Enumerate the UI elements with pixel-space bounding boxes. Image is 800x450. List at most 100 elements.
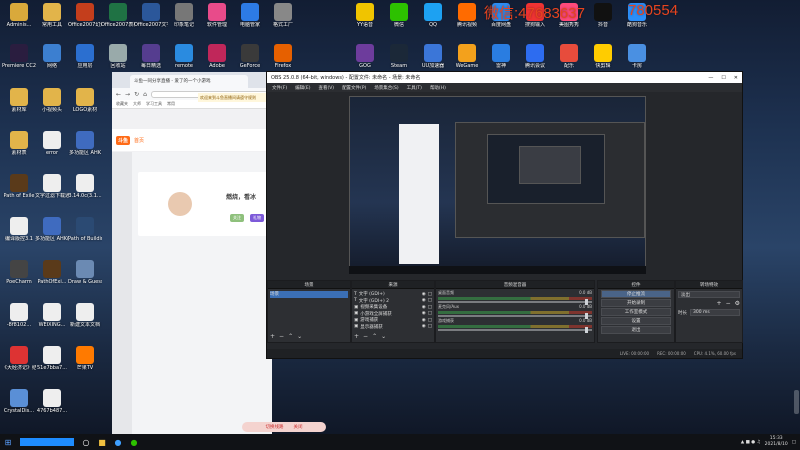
bookmark-item[interactable]: 收藏夹	[116, 101, 128, 107]
desktop-icon[interactable]: 回收站	[101, 44, 135, 69]
desktop-icon[interactable]: CrystalDis...	[2, 389, 36, 414]
remove-icon[interactable]: −	[279, 333, 284, 340]
bookmark-item[interactable]: 大师	[133, 101, 141, 107]
remove-icon[interactable]: −	[726, 300, 731, 307]
edge-icon[interactable]: ●	[110, 434, 126, 450]
notification-icon[interactable]: □	[792, 440, 796, 445]
desktop-icon[interactable]: Office2007文字	[134, 3, 168, 28]
desktop-icon[interactable]: 芒果TV	[68, 346, 102, 371]
desktop-icon[interactable]: QQ	[416, 3, 450, 28]
close-icon[interactable]: ✕	[734, 75, 738, 81]
remove-icon[interactable]: −	[363, 333, 368, 340]
promo-button-1[interactable]: 关注	[230, 214, 244, 222]
desktop-icon[interactable]: Office2007表格	[101, 3, 135, 28]
desktop-icon[interactable]: Path of Building	[68, 217, 102, 242]
desktop-icon[interactable]: Office2007幻灯片PPT	[68, 3, 102, 28]
lock-icon[interactable]: □	[428, 305, 432, 310]
desktop-icon[interactable]: PathOfExi...	[35, 260, 69, 285]
desktop-icon[interactable]: 软件管理	[200, 3, 234, 28]
side-scroll-indicator[interactable]	[794, 390, 799, 414]
down-icon[interactable]: ⌄	[297, 333, 302, 340]
lock-icon[interactable]: □	[428, 311, 432, 316]
menu-item[interactable]: 查看(V)	[318, 85, 334, 91]
start-button[interactable]: ⊞	[0, 434, 16, 450]
desktop-icon[interactable]: 应用层	[68, 44, 102, 69]
menu-item[interactable]: 场景集合(S)	[374, 85, 398, 91]
desktop-icon[interactable]: WeGame	[450, 44, 484, 69]
home-icon[interactable]: ⌂	[143, 91, 147, 98]
desktop-icon[interactable]: 腾讯会议	[518, 44, 552, 69]
desktop-icon[interactable]: error	[35, 131, 69, 156]
down-icon[interactable]: ⌄	[381, 333, 386, 340]
desktop-icon[interactable]: 网络	[35, 44, 69, 69]
desktop-icon[interactable]: 快剪辑	[586, 44, 620, 69]
desktop-icon[interactable]: 配乐	[552, 44, 586, 69]
desktop-icon[interactable]: 电脑管家	[233, 3, 267, 28]
visibility-icon[interactable]: ◉	[422, 292, 426, 297]
desktop-icon[interactable]: 每日精选	[134, 44, 168, 69]
menu-item[interactable]: 工具(T)	[407, 85, 422, 91]
desktop-icon[interactable]: Steam	[382, 44, 416, 69]
duration-input[interactable]: 300 ms	[690, 309, 740, 316]
taskbar-search[interactable]	[20, 438, 74, 446]
control-button[interactable]: 开始录制	[601, 299, 671, 307]
desktop-icon[interactable]: 《大经济记》结构数尔子...	[2, 346, 36, 371]
wechat-icon[interactable]: ●	[126, 434, 142, 450]
menu-item[interactable]: 帮助(H)	[430, 85, 446, 91]
desktop-icon[interactable]: 3.14.0c(3.1...	[68, 174, 102, 199]
desktop-icon[interactable]: Firefox	[266, 44, 300, 69]
desktop-icon[interactable]: 4767b487...	[35, 389, 69, 414]
desktop-icon[interactable]: remote	[167, 44, 201, 69]
add-icon[interactable]: +	[270, 333, 275, 340]
desktop-icon[interactable]: 素材库	[2, 88, 36, 113]
desktop-icon[interactable]: Path of Exile	[2, 174, 36, 199]
obs-preview[interactable]	[349, 96, 646, 274]
bottom-pill[interactable]: 切换线路 关闭	[242, 422, 326, 432]
forward-icon[interactable]: →	[125, 91, 130, 98]
desktop-icon[interactable]: GOG	[348, 44, 382, 69]
cortana-icon[interactable]: ○	[78, 434, 94, 450]
desktop-icon[interactable]: Adminis...	[2, 3, 36, 28]
refresh-icon[interactable]: ↻	[134, 91, 139, 98]
browser-window[interactable]: 斗鱼一同分享直播 - 爱了的一个小游戏 ← → ↻ ⌂ 收藏夹 大师 学习工具 常用 …	[112, 72, 272, 434]
transition-select[interactable]: 淡出	[678, 291, 740, 298]
desktop-icon[interactable]: 文字过滤下载通知	[35, 174, 69, 199]
desktop-icon[interactable]: YY语音	[348, 3, 382, 28]
promo-button-2[interactable]: 礼物	[250, 214, 264, 222]
desktop-icon[interactable]: 新建文本文档	[68, 303, 102, 328]
lock-icon[interactable]: □	[428, 298, 432, 303]
desktop-icon[interactable]: 素材表	[2, 131, 36, 156]
gear-icon[interactable]: ⚙	[735, 300, 740, 307]
add-icon[interactable]: +	[717, 300, 722, 307]
desktop-icon[interactable]: UU加速器	[416, 44, 450, 69]
tray-icons[interactable]: ▲ ■ ● ♫	[741, 440, 761, 445]
lock-icon[interactable]: □	[428, 324, 432, 329]
up-icon[interactable]: ⌃	[372, 333, 377, 340]
desktop-icon[interactable]: 抖音	[586, 3, 620, 28]
bookmark-item[interactable]: 学习工具	[146, 101, 162, 107]
visibility-icon[interactable]: ◉	[422, 318, 426, 323]
desktop-icon[interactable]: 微信	[382, 3, 416, 28]
desktop-icon[interactable]: 卡房	[620, 44, 654, 69]
nav-home-link[interactable]: 首页	[134, 137, 144, 144]
desktop-icon[interactable]: 多功能区 AHK(20.10...	[35, 217, 69, 242]
control-button[interactable]: 退出	[601, 326, 671, 334]
desktop-icon[interactable]: WEIXING...	[35, 303, 69, 328]
volume-slider[interactable]	[438, 327, 592, 333]
desktop-icon[interactable]: 常用工具	[35, 3, 69, 28]
desktop-icon[interactable]: GeForce	[233, 44, 267, 69]
desktop-icon[interactable]: 腾讯视频	[450, 3, 484, 28]
add-icon[interactable]: +	[354, 333, 359, 340]
desktop-icon[interactable]: 编译版控3.1	[2, 217, 36, 242]
obs-window[interactable]: OBS 25.0.8 (64-bit, windows) - 配置文件: 未命名…	[266, 71, 743, 359]
menu-item[interactable]: 编辑(E)	[295, 85, 310, 91]
desktop-icon[interactable]: 51e7bba7...	[35, 346, 69, 371]
lock-icon[interactable]: □	[428, 292, 432, 297]
minimize-icon[interactable]: —	[708, 75, 713, 81]
source-item[interactable]: ▣ 显示器捕获 ◉ □	[354, 324, 432, 331]
desktop-icon[interactable]: 小视频头	[35, 88, 69, 113]
visibility-icon[interactable]: ◉	[422, 311, 426, 316]
volume-slider[interactable]	[438, 313, 592, 319]
control-button[interactable]: 停止推流	[601, 290, 671, 298]
desktop-icon[interactable]: 格式工厂	[266, 3, 300, 28]
